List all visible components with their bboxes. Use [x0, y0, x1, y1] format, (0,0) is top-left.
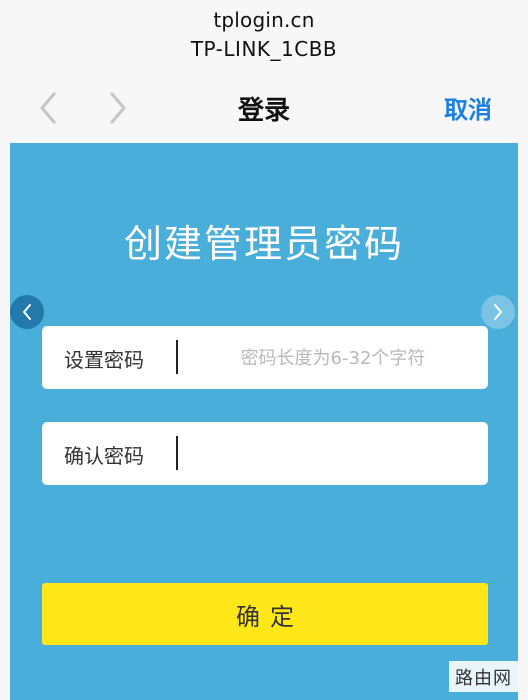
- side-left-button[interactable]: [10, 295, 44, 329]
- set-password-field: 设置密码: [42, 326, 488, 389]
- panel-heading: 创建管理员密码: [123, 222, 404, 266]
- text-cursor: [176, 340, 178, 374]
- cancel-button[interactable]: 取消: [444, 90, 492, 125]
- navigation-bar: 登录 取消: [0, 88, 528, 128]
- set-password-label: 设置密码: [64, 348, 144, 372]
- watermark: 路由网: [449, 661, 518, 692]
- browser-header: tplogin.cn TP-LINK_1CBB 登录 取消: [0, 0, 528, 140]
- side-right-button[interactable]: [481, 295, 515, 329]
- network-name: TP-LINK_1CBB: [190, 37, 338, 61]
- chevron-right-icon: [494, 304, 502, 320]
- confirm-button[interactable]: 确定: [42, 583, 488, 645]
- chevron-left-icon: [23, 304, 31, 320]
- confirm-password-field: 确认密码: [42, 422, 488, 485]
- browser-host: tplogin.cn: [213, 8, 315, 32]
- set-password-input[interactable]: [190, 340, 476, 376]
- confirm-password-label: 确认密码: [64, 444, 144, 468]
- login-panel: 创建管理员密码 设置密码 确认密码 确定: [10, 143, 518, 700]
- text-cursor: [176, 436, 178, 470]
- confirm-password-input[interactable]: [190, 436, 476, 472]
